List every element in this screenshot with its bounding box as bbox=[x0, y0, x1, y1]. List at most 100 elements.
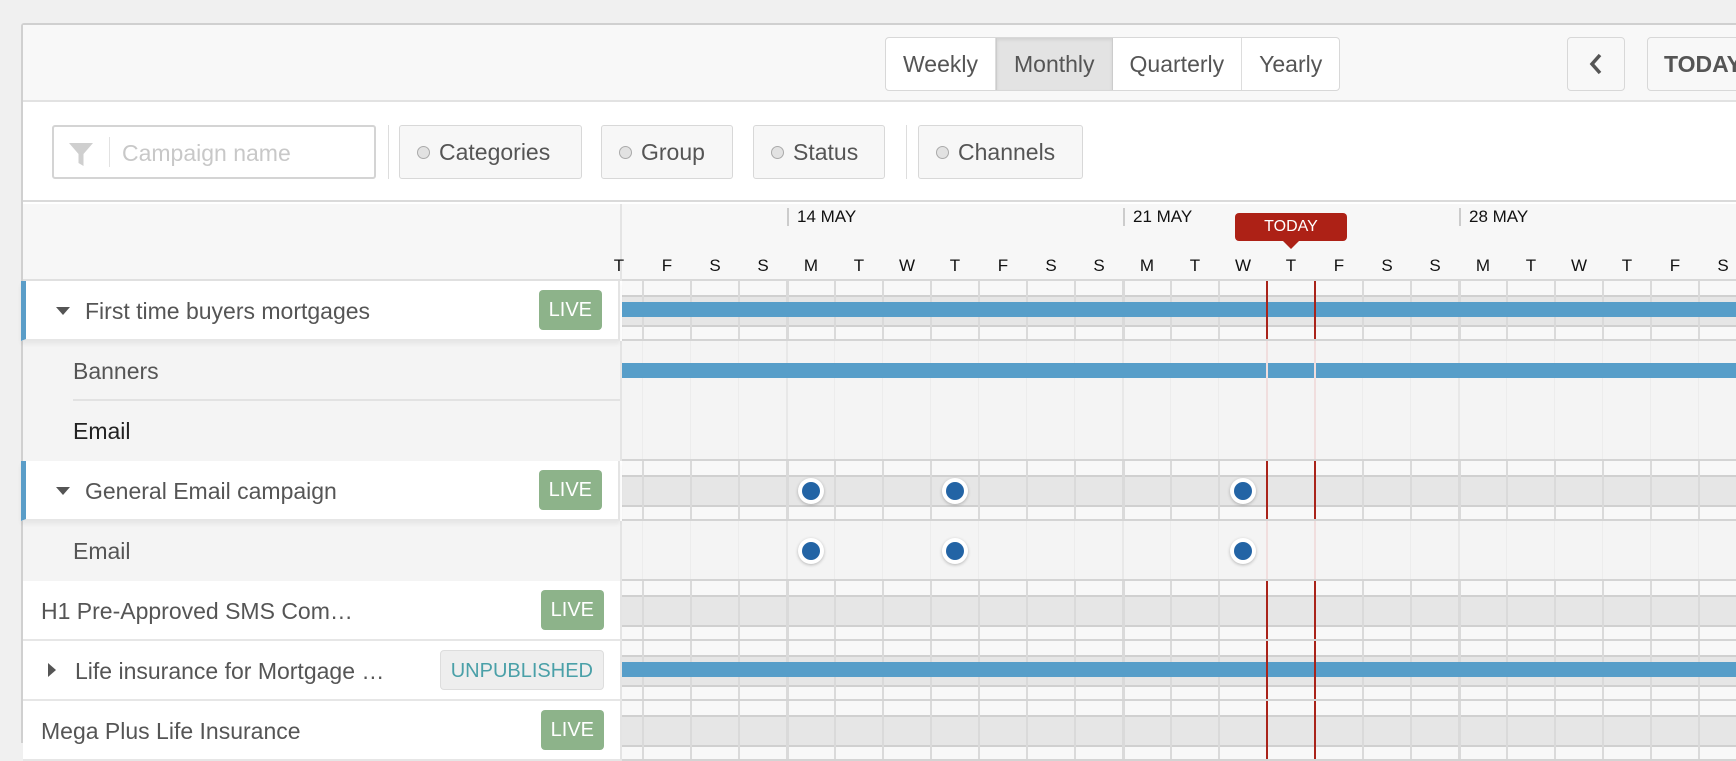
day-gridline bbox=[1026, 401, 1027, 459]
day-gridline bbox=[1410, 521, 1411, 579]
day-gridline bbox=[1026, 461, 1028, 519]
campaign-duration-bar[interactable] bbox=[622, 302, 1736, 317]
today-button[interactable]: TODAY bbox=[1647, 37, 1736, 91]
day-label: M bbox=[1475, 256, 1491, 275]
status-filter-button[interactable]: Status bbox=[753, 125, 885, 179]
day-gridline bbox=[1698, 521, 1699, 579]
day-gridline bbox=[642, 701, 644, 759]
day-gridline bbox=[1458, 461, 1461, 519]
day-label: T bbox=[1189, 256, 1201, 275]
view-toolbar: Weekly Monthly Quarterly Yearly TODAY bbox=[23, 25, 1736, 102]
day-gridline bbox=[738, 401, 739, 459]
campaign-name[interactable]: Mega Plus Life Insurance bbox=[41, 718, 301, 745]
week-label: 14 MAY bbox=[787, 208, 856, 226]
categories-filter-button[interactable]: Categories bbox=[399, 125, 582, 179]
status-badge: LIVE bbox=[540, 590, 604, 630]
day-gridline bbox=[1122, 401, 1124, 459]
day-gridline bbox=[1410, 581, 1412, 639]
campaign-name-input[interactable] bbox=[122, 135, 362, 171]
day-gridline bbox=[978, 581, 980, 639]
timeline-cell bbox=[622, 641, 1736, 701]
day-gridline bbox=[978, 521, 979, 579]
day-label: S bbox=[757, 256, 769, 275]
day-gridline bbox=[1218, 401, 1219, 459]
previous-period-button[interactable] bbox=[1567, 37, 1625, 91]
send-event-marker[interactable] bbox=[798, 538, 824, 564]
day-gridline bbox=[1122, 521, 1124, 579]
day-gridline bbox=[1554, 461, 1556, 519]
campaign-list-header bbox=[23, 204, 622, 281]
today-line bbox=[1266, 581, 1268, 639]
day-gridline bbox=[1218, 461, 1220, 519]
campaign-name[interactable]: H1 Pre-Approved SMS Com… bbox=[41, 598, 353, 625]
day-gridline bbox=[1170, 401, 1171, 459]
today-marker: TODAY bbox=[1235, 213, 1347, 249]
caret-down-icon[interactable] bbox=[56, 487, 70, 495]
group-label: Group bbox=[641, 139, 705, 165]
view-weekly-button[interactable]: Weekly bbox=[886, 38, 996, 90]
view-yearly-button[interactable]: Yearly bbox=[1242, 38, 1339, 90]
week-label: 28 MAY bbox=[1459, 208, 1528, 226]
status-badge: LIVE bbox=[538, 470, 602, 510]
day-gridline bbox=[1554, 581, 1556, 639]
channel-row[interactable]: Email bbox=[23, 401, 1736, 461]
send-event-marker[interactable] bbox=[798, 478, 824, 504]
day-gridline bbox=[1362, 521, 1363, 579]
send-event-marker[interactable] bbox=[1230, 538, 1256, 564]
view-monthly-button[interactable]: Monthly bbox=[996, 38, 1113, 90]
campaign-duration-bar[interactable] bbox=[622, 363, 1736, 378]
day-label: F bbox=[661, 256, 673, 275]
day-gridline bbox=[1506, 701, 1508, 759]
campaign-label-cell: Life insurance for Mortgage … UNPUBLISHED bbox=[23, 641, 622, 701]
channel-name: Email bbox=[73, 418, 131, 444]
day-gridline bbox=[1218, 581, 1220, 639]
campaign-name[interactable]: General Email campaign bbox=[85, 478, 337, 505]
channel-row[interactable]: Banners bbox=[23, 341, 1736, 401]
timeline-cell bbox=[622, 281, 1736, 341]
send-event-marker[interactable] bbox=[1230, 478, 1256, 504]
today-line bbox=[1266, 701, 1268, 759]
day-label: W bbox=[1234, 256, 1252, 275]
day-gridline bbox=[1074, 521, 1075, 579]
channel-row[interactable]: Email bbox=[23, 521, 1736, 581]
campaign-name[interactable]: Life insurance for Mortgage … bbox=[75, 658, 384, 685]
group-filter-button[interactable]: Group bbox=[601, 125, 733, 179]
caret-right-icon[interactable] bbox=[48, 663, 56, 677]
day-gridline bbox=[978, 701, 980, 759]
status-badge: UNPUBLISHED bbox=[439, 650, 604, 690]
campaign-name[interactable]: First time buyers mortgages bbox=[85, 298, 370, 325]
day-label: S bbox=[1045, 256, 1057, 275]
campaign-row[interactable]: First time buyers mortgages LIVE bbox=[21, 281, 1736, 341]
day-gridline bbox=[642, 401, 643, 459]
timeline-band bbox=[622, 715, 1736, 747]
categories-label: Categories bbox=[439, 139, 551, 165]
day-gridline bbox=[738, 461, 740, 519]
day-gridline bbox=[786, 401, 788, 459]
campaign-row[interactable]: H1 Pre-Approved SMS Com… LIVE bbox=[23, 581, 1736, 641]
today-line bbox=[1314, 521, 1316, 579]
timeline-cell bbox=[622, 521, 1736, 581]
day-gridline bbox=[1698, 581, 1700, 639]
campaign-row[interactable]: Life insurance for Mortgage … UNPUBLISHED bbox=[23, 641, 1736, 701]
today-line bbox=[1266, 341, 1268, 401]
timeline-band bbox=[622, 595, 1736, 627]
timeline-band bbox=[622, 475, 1736, 507]
send-event-marker[interactable] bbox=[942, 478, 968, 504]
campaign-duration-bar[interactable] bbox=[622, 662, 1736, 677]
caret-down-icon[interactable] bbox=[56, 307, 70, 315]
day-label: S bbox=[1429, 256, 1441, 275]
channels-filter-button[interactable]: Channels bbox=[918, 125, 1083, 179]
day-gridline bbox=[1074, 701, 1076, 759]
radio-icon bbox=[936, 146, 949, 159]
send-event-marker[interactable] bbox=[942, 538, 968, 564]
timeline-header: 14 MAY 21 MAY 28 MAY T F S S M T W T F S S M T W T F S S M T W T… bbox=[614, 204, 1736, 281]
day-gridline bbox=[1554, 521, 1555, 579]
day-gridline bbox=[690, 461, 692, 519]
chevron-left-icon bbox=[1589, 53, 1602, 75]
day-gridline bbox=[1458, 521, 1460, 579]
campaign-row[interactable]: Mega Plus Life Insurance LIVE bbox=[23, 701, 1736, 761]
campaign-row[interactable]: General Email campaign LIVE bbox=[21, 461, 1736, 521]
view-quarterly-button[interactable]: Quarterly bbox=[1113, 38, 1243, 90]
timeline-cell bbox=[622, 581, 1736, 641]
status-badge: LIVE bbox=[540, 710, 604, 750]
